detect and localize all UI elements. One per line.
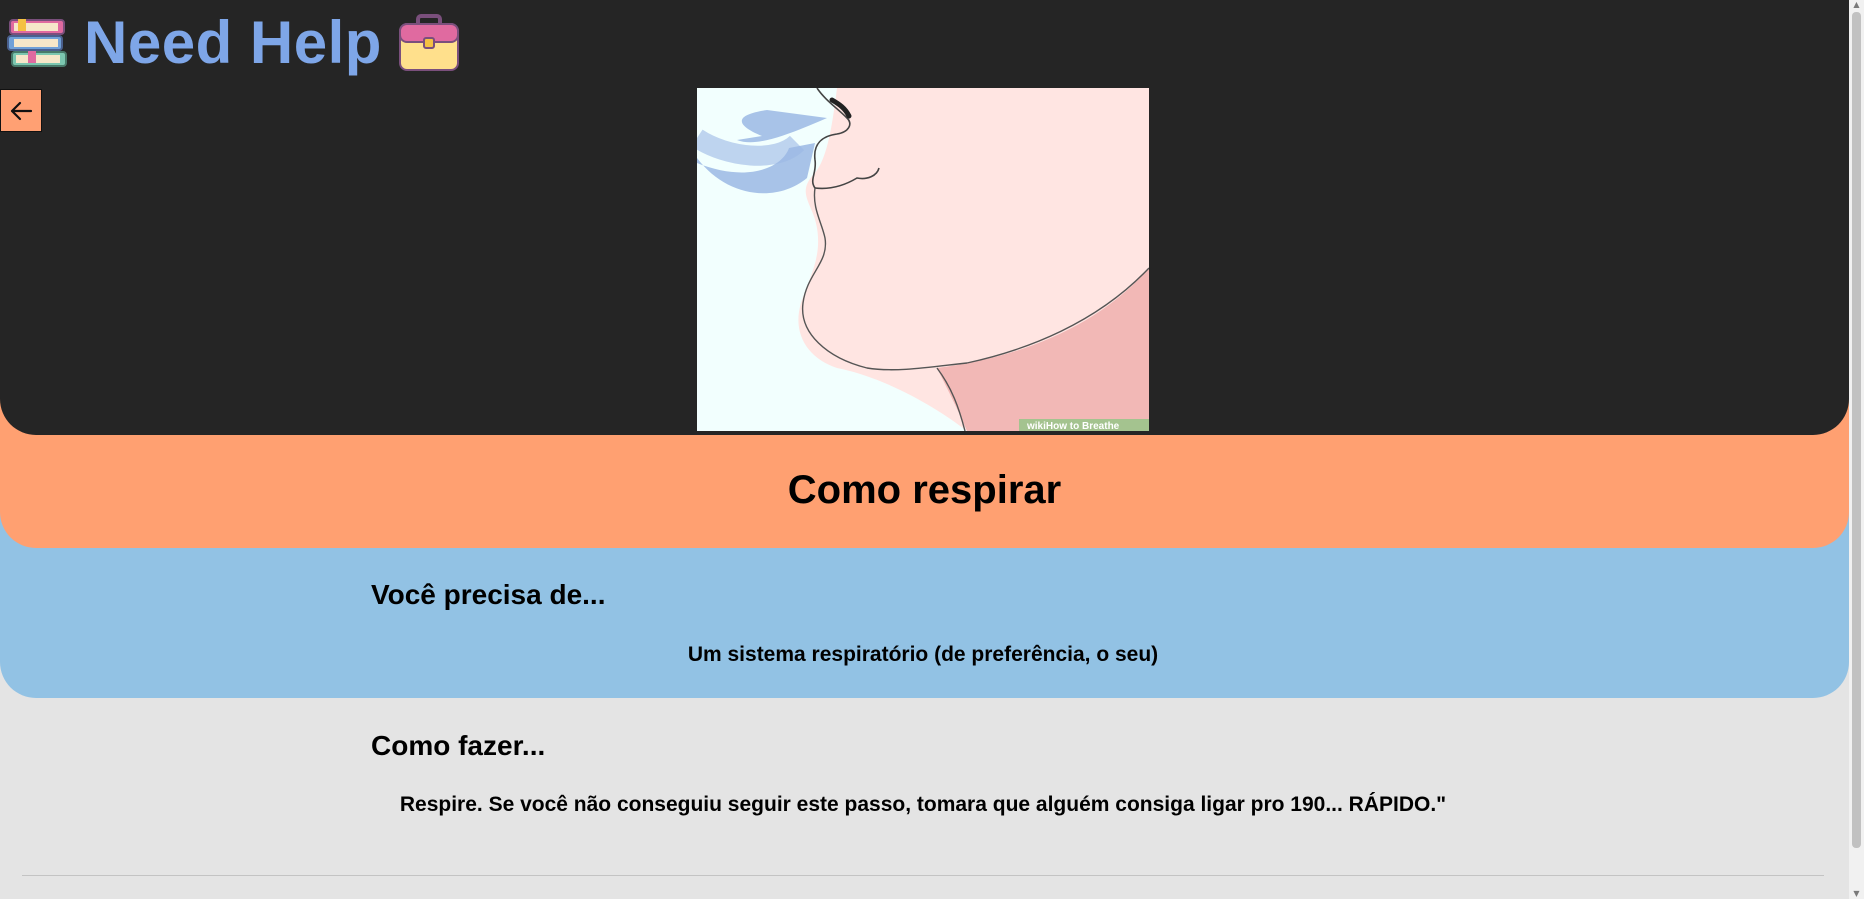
back-button[interactable]	[0, 89, 42, 132]
toolbox-icon	[398, 14, 459, 71]
scroll-thumb[interactable]	[1852, 12, 1861, 848]
needs-text: Um sistema respiratório (de preferência,…	[687, 643, 1159, 666]
page: Você precisa de... Um sistema respiratór…	[0, 0, 1864, 899]
needs-heading: Você precisa de...	[371, 579, 606, 610]
books-icon	[7, 19, 67, 67]
hero-header: Need Help wikiHow to Breathe	[0, 0, 1849, 435]
breathing-illustration: wikiHow to Breathe	[697, 88, 1149, 431]
howto-heading: Como fazer...	[371, 730, 546, 761]
brand: Need Help	[4, 8, 462, 78]
vertical-scrollbar[interactable]: ▲ ▼	[1849, 0, 1864, 899]
app-title: Need Help	[84, 9, 382, 76]
scroll-down-icon[interactable]: ▼	[1852, 889, 1861, 899]
howto-text: Respire. Se você não conseguiu seguir es…	[399, 793, 1447, 816]
page-title: Como respirar	[787, 468, 1062, 512]
scroll-up-icon[interactable]: ▲	[1852, 0, 1861, 10]
divider	[22, 875, 1824, 876]
arrow-left-icon	[10, 101, 33, 120]
watermark-text: wikiHow to Breathe	[1026, 421, 1120, 431]
